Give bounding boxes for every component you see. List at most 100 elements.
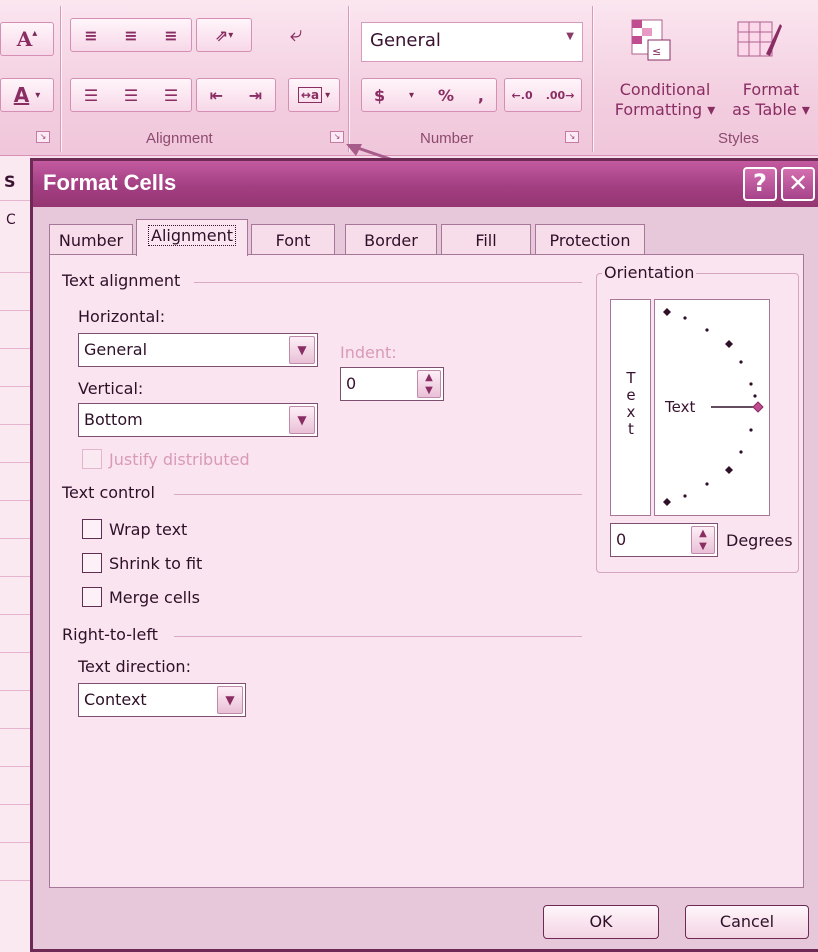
grid-line xyxy=(0,576,30,577)
section-divider xyxy=(174,494,582,495)
grid-line xyxy=(0,766,30,767)
degrees-stepper[interactable]: 0 ▲ ▼ xyxy=(610,523,718,557)
alignment-panel: Text alignment Horizontal: General ▼ Ind… xyxy=(49,254,804,888)
number-dialog-launcher-icon[interactable]: ↘ xyxy=(565,131,579,143)
indent-stepper[interactable]: 0 ▲ ▼ xyxy=(340,367,444,401)
merge-cells-checkbox[interactable]: Merge cells xyxy=(82,587,200,607)
grid-line xyxy=(0,728,30,729)
currency-icon: $ xyxy=(373,85,386,105)
shrink-to-fit-checkbox[interactable]: Shrink to fit xyxy=(82,553,202,573)
conditional-formatting-label-2: Formatting ▾ xyxy=(614,100,716,119)
merge-center-icon: ↔a xyxy=(297,87,323,103)
text-direction-label: Text direction: xyxy=(78,657,191,676)
merge-cells-label: Merge cells xyxy=(109,587,200,607)
help-button[interactable]: ? xyxy=(743,167,777,201)
font-size-increase-icon: A xyxy=(16,27,33,51)
tab-alignment[interactable]: Alignment xyxy=(136,219,248,256)
ok-button[interactable]: OK xyxy=(543,905,659,939)
tab-label: Protection xyxy=(549,231,631,250)
tab-label: Number xyxy=(58,231,124,250)
chevron-down-icon: ▼ xyxy=(217,686,243,714)
conditional-formatting-button[interactable]: Conditional Formatting ▾ xyxy=(600,80,730,120)
grid-line xyxy=(0,690,30,691)
vertical-text-sample: T e x t xyxy=(624,370,638,438)
dial-text-sample: Text xyxy=(665,398,696,416)
percent-icon: % xyxy=(437,85,454,105)
indent-label: Indent: xyxy=(340,343,397,362)
grow-font-button[interactable]: A ▴ xyxy=(0,22,54,56)
number-style-buttons[interactable]: $ ▾ % , xyxy=(361,78,497,112)
format-as-table-button[interactable]: Format as Table ▾ xyxy=(726,80,816,120)
increase-decimal-icon: ←.0 xyxy=(511,88,533,102)
decimal-buttons[interactable]: ←.0 .00→ xyxy=(504,78,582,112)
tab-number[interactable]: Number xyxy=(49,224,133,256)
format-cells-dialog: Format Cells ? ✕ Number Alignment Font B… xyxy=(30,158,818,952)
styles-group-label: Styles xyxy=(718,130,759,147)
tab-protection[interactable]: Protection xyxy=(535,224,645,256)
align-right-icon: ☰ xyxy=(163,85,179,105)
tab-fill[interactable]: Fill xyxy=(441,224,531,256)
wrap-text-label: Wrap text xyxy=(109,519,188,539)
grid-line xyxy=(0,500,30,501)
ribbon-separator xyxy=(592,6,593,152)
cancel-button[interactable]: Cancel xyxy=(685,905,809,939)
justify-distributed-checkbox: Justify distributed xyxy=(82,449,250,469)
align-top-icon: ≡ xyxy=(84,25,98,45)
horizontal-label: Horizontal: xyxy=(78,307,166,326)
grid-line xyxy=(0,842,30,843)
checkbox-box[interactable] xyxy=(82,587,102,607)
vertical-letter: T xyxy=(626,369,636,387)
grid-line xyxy=(0,614,30,615)
spinner-icon: ▲ ▼ xyxy=(417,370,441,398)
comma-icon: , xyxy=(477,85,484,105)
align-middle-icon: ≡ xyxy=(124,25,138,45)
vertical-letter: t xyxy=(628,420,634,438)
checkbox-box[interactable] xyxy=(82,553,102,573)
wrap-text-checkbox[interactable]: Wrap text xyxy=(82,519,187,539)
orientation-button[interactable]: ⇗ ▾ xyxy=(196,18,252,52)
format-as-table-label-2: as Table ▾ xyxy=(732,100,810,119)
ribbon-separator xyxy=(348,6,349,152)
close-button[interactable]: ✕ xyxy=(781,167,815,201)
orientation-dial[interactable]: Text xyxy=(654,299,770,516)
help-icon: ? xyxy=(753,169,767,197)
degrees-value: 0 xyxy=(616,530,627,549)
spinner-icon: ▲ ▼ xyxy=(691,526,715,554)
alignment-group-label: Alignment xyxy=(146,130,213,147)
ribbon: A ▴ A ▾ ↘ ≡ ≡ ≡ ⇗ ▾ ⤶ ☰ ☰ ☰ ⇤ ⇥ ↔a ▾ Alignme… xyxy=(0,0,818,194)
horizontal-align-buttons[interactable]: ☰ ☰ ☰ xyxy=(70,78,192,112)
horizontal-select[interactable]: General ▼ xyxy=(78,333,318,367)
font-dialog-launcher-icon[interactable]: ↘ xyxy=(36,131,50,143)
vertical-text-toggle[interactable]: T e x t xyxy=(610,299,651,516)
vertical-select[interactable]: Bottom ▼ xyxy=(78,403,318,437)
grid-line xyxy=(0,880,30,881)
chevron-down-icon: ▾ xyxy=(409,89,415,101)
indent-buttons[interactable]: ⇤ ⇥ xyxy=(196,78,276,112)
dialog-titlebar[interactable]: Format Cells ? ✕ xyxy=(33,161,818,207)
chevron-down-icon: ▼ xyxy=(566,31,574,42)
vertical-align-buttons[interactable]: ≡ ≡ ≡ xyxy=(70,18,192,52)
font-color-button[interactable]: A ▾ xyxy=(0,78,54,112)
tab-font[interactable]: Font xyxy=(251,224,335,256)
degrees-label: Degrees xyxy=(726,531,793,550)
tab-label: Fill xyxy=(475,231,497,250)
grid-line xyxy=(0,652,30,653)
vertical-letter: e xyxy=(626,386,636,404)
tab-border[interactable]: Border xyxy=(345,224,437,256)
chevron-down-icon: ▼ xyxy=(289,336,315,364)
wrap-text-icon[interactable]: ⤶ xyxy=(290,22,302,47)
checkbox-box[interactable] xyxy=(82,519,102,539)
conditional-formatting-icon: ≤ xyxy=(630,18,672,62)
merge-center-button[interactable]: ↔a ▾ xyxy=(288,78,340,112)
spreadsheet-edge: S C xyxy=(0,156,30,952)
grid-line xyxy=(0,386,30,387)
align-bottom-icon: ≡ xyxy=(164,25,178,45)
number-format-select[interactable]: General ▼ xyxy=(361,22,583,62)
decrease-decimal-icon: .00→ xyxy=(545,88,575,102)
font-color-icon: A xyxy=(13,83,30,107)
section-divider xyxy=(194,282,582,283)
ribbon-separator xyxy=(60,6,61,152)
text-direction-select[interactable]: Context ▼ xyxy=(78,683,246,717)
justify-distributed-label: Justify distributed xyxy=(109,449,250,469)
shrink-to-fit-label: Shrink to fit xyxy=(109,553,203,573)
